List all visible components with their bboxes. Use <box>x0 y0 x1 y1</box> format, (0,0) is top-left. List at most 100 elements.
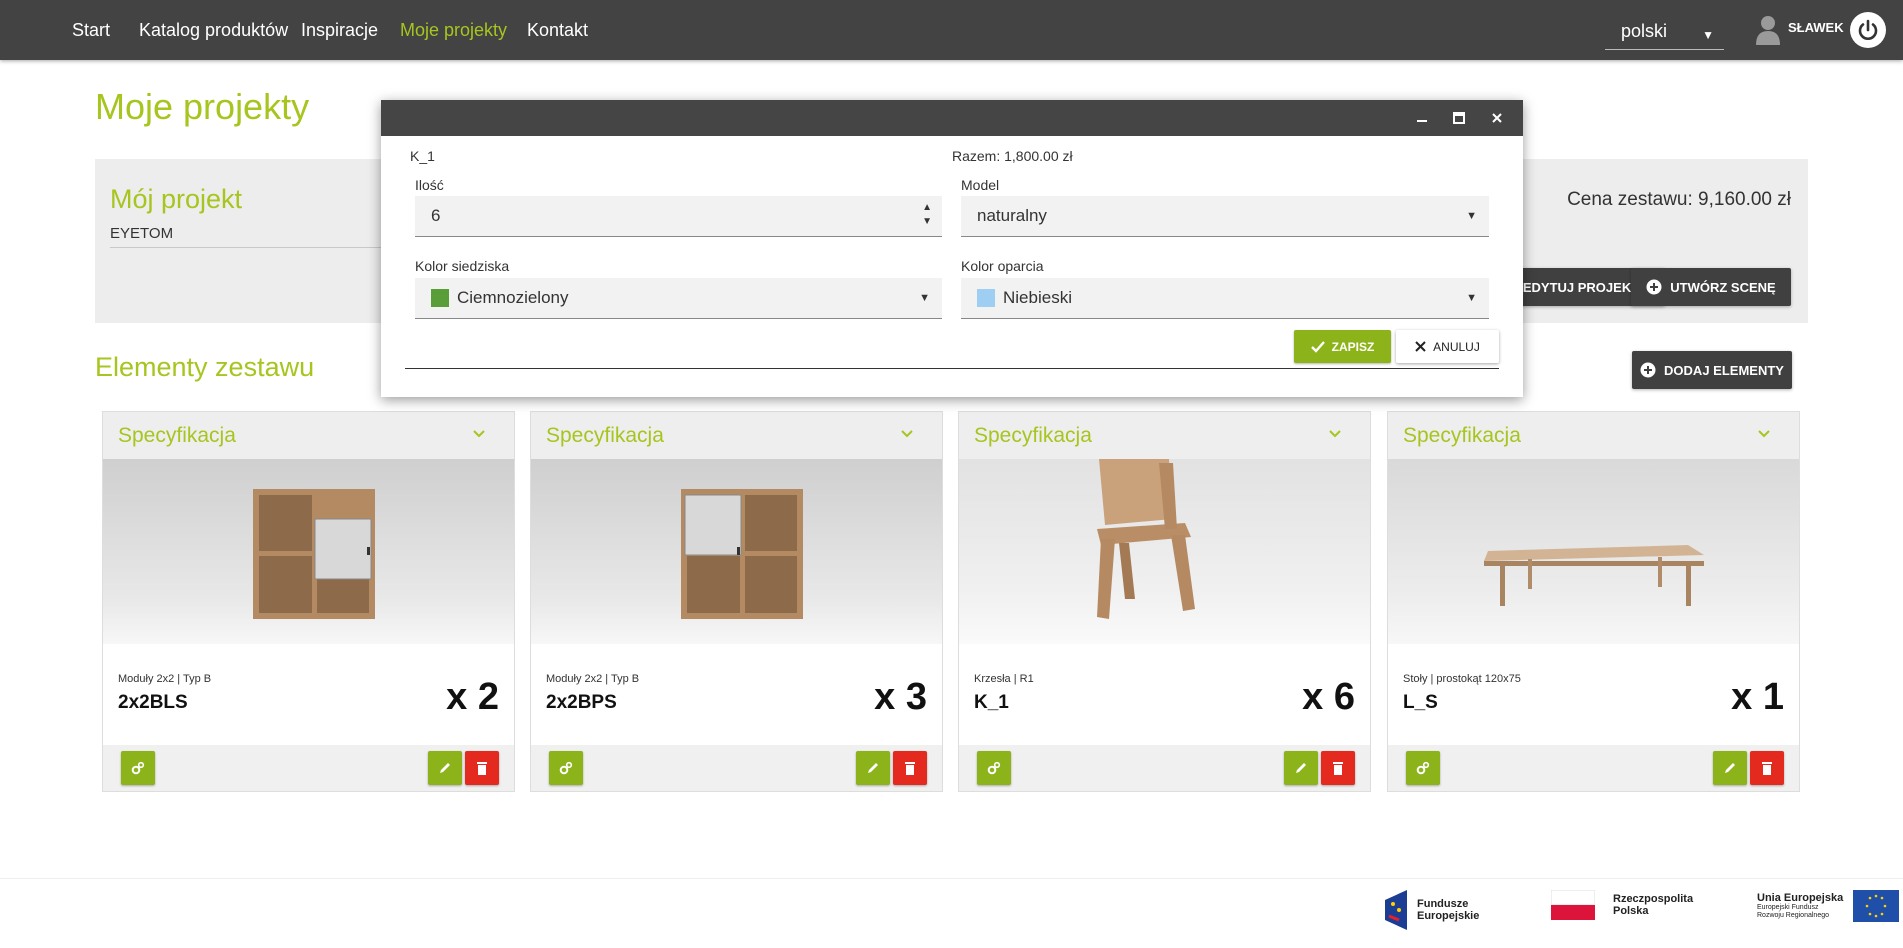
chevron-down-icon[interactable] <box>1328 426 1342 440</box>
seat-color-select[interactable]: Ciemnozielony ▼ <box>415 278 942 319</box>
edit-button[interactable] <box>428 751 462 785</box>
footer-divider <box>0 878 1903 879</box>
chevron-down-icon[interactable] <box>472 426 486 440</box>
eu-flag-icon <box>1853 890 1900 922</box>
close-icon[interactable] <box>1489 110 1505 126</box>
trash-icon <box>477 762 487 775</box>
model-value: naturalny <box>977 206 1047 225</box>
dialog-total: Razem: 1,800.00 zł <box>952 148 1073 164</box>
stepper-arrows-icon[interactable]: ▲ ▼ <box>922 201 932 229</box>
nav-item-inspirations[interactable]: Inspiracje <box>301 20 378 41</box>
card-header[interactable]: Specyfikacja <box>531 412 942 459</box>
model-label: Model <box>961 177 1000 193</box>
minimize-icon[interactable] <box>1414 110 1430 126</box>
project-name: Mój projekt <box>110 184 243 214</box>
language-value: polski <box>1621 21 1668 41</box>
configure-button[interactable] <box>549 751 583 785</box>
save-button[interactable]: ZAPISZ <box>1294 330 1391 363</box>
gears-icon <box>987 761 1001 775</box>
cancel-button[interactable]: ANULUJ <box>1396 330 1499 363</box>
configure-button[interactable] <box>121 751 155 785</box>
edit-item-dialog: K_1 Razem: 1,800.00 zł Ilość 6 ▲ ▼ Model … <box>381 100 1523 397</box>
user-name[interactable]: SŁAWEK <box>1788 20 1844 35</box>
nav-item-catalog[interactable]: Katalog produktów <box>139 20 288 41</box>
quantity-stepper[interactable]: 6 ▲ ▼ <box>415 196 942 237</box>
fundusze-europejskie-logo: Fundusze Europejskie <box>1385 890 1479 930</box>
create-scene-button[interactable]: UTWÓRZ SCENĘ <box>1631 268 1791 306</box>
chevron-down-icon[interactable] <box>1757 426 1771 440</box>
pencil-icon <box>1725 763 1735 773</box>
edit-button[interactable] <box>1284 751 1318 785</box>
edit-button[interactable] <box>1713 751 1747 785</box>
rp-line1: Rzeczpospolita <box>1613 893 1694 905</box>
eu-line2: Europejski Fundusz <box>1757 904 1819 911</box>
page-title: Moje projekty <box>95 86 310 127</box>
language-select[interactable]: polski ▼ <box>1605 14 1724 50</box>
delete-button[interactable] <box>465 751 499 785</box>
delete-button[interactable] <box>1321 751 1355 785</box>
top-navbar: Start Katalog produktów Inspiracje Moje … <box>0 0 1903 60</box>
model-select[interactable]: naturalny ▼ <box>961 196 1489 237</box>
card-category: Moduły 2x2 | Typ B <box>118 673 212 685</box>
back-color-swatch <box>977 289 995 307</box>
add-elements-label: DODAJ ELEMENTY <box>1664 362 1784 378</box>
configure-button[interactable] <box>1406 751 1440 785</box>
card-name: K_1 <box>974 692 1009 713</box>
back-color-select[interactable]: Niebieski ▼ <box>961 278 1489 319</box>
delete-button[interactable] <box>1750 751 1784 785</box>
configure-button[interactable] <box>977 751 1011 785</box>
element-card: Specyfikacja Krzesła | R1 K_1 x 6 <box>958 411 1371 792</box>
pencil-icon <box>1296 763 1306 773</box>
polish-flag-icon <box>1551 890 1595 920</box>
card-header-label: Specyfikacja <box>118 424 236 447</box>
card-header-label: Specyfikacja <box>546 424 664 447</box>
plus-circle-icon <box>1646 279 1662 295</box>
fe-line1: Fundusze <box>1417 898 1469 910</box>
seat-color-value: Ciemnozielony <box>457 288 569 307</box>
back-color-value: Niebieski <box>1003 288 1072 307</box>
pencil-icon <box>440 763 450 773</box>
seat-color-label: Kolor siedziska <box>415 258 510 274</box>
dialog-divider <box>405 368 1499 369</box>
card-quantity: x 2 <box>446 676 499 718</box>
element-card: Specyfikacja Moduły 2x2 | Typ B 2x2BPS x… <box>530 411 943 792</box>
rzeczpospolita-polska-logo: Rzeczpospolita Polska <box>1551 890 1693 920</box>
nav-item-start[interactable]: Start <box>72 20 110 41</box>
nav-item-my-projects[interactable]: Moje projekty <box>400 20 507 41</box>
eu-line3: Rozwoju Regionalnego <box>1757 912 1829 919</box>
power-icon[interactable] <box>1850 12 1886 48</box>
product-image <box>959 459 1370 644</box>
card-header[interactable]: Specyfikacja <box>103 412 514 459</box>
add-elements-button[interactable]: DODAJ ELEMENTY <box>1632 351 1792 389</box>
maximize-icon[interactable] <box>1451 110 1467 126</box>
section-title: Elementy zestawu <box>95 352 315 382</box>
nav-item-contact[interactable]: Kontakt <box>527 20 588 41</box>
plus-circle-icon <box>1640 362 1656 378</box>
user-icon[interactable] <box>1756 15 1780 45</box>
card-quantity: x 1 <box>1731 676 1784 718</box>
gears-icon <box>1416 761 1430 775</box>
product-image <box>103 459 514 644</box>
dialog-titlebar[interactable] <box>381 100 1523 136</box>
card-category: Stoły | prostokąt 120x75 <box>1403 673 1521 685</box>
trash-icon <box>905 762 915 775</box>
card-name: 2x2BPS <box>546 692 617 713</box>
caret-down-icon: ▼ <box>1466 292 1477 304</box>
card-header[interactable]: Specyfikacja <box>1388 412 1799 459</box>
eu-line1: Unia Europejska <box>1757 892 1844 904</box>
card-header[interactable]: Specyfikacja <box>959 412 1370 459</box>
chevron-down-icon[interactable] <box>900 426 914 440</box>
delete-button[interactable] <box>893 751 927 785</box>
pencil-icon <box>868 763 878 773</box>
card-name: L_S <box>1403 692 1438 713</box>
edit-button[interactable] <box>856 751 890 785</box>
seat-color-swatch <box>431 289 449 307</box>
save-label: ZAPISZ <box>1331 339 1375 354</box>
element-card: Specyfikacja Moduły 2x2 | Typ B 2x2BLS x… <box>102 411 515 792</box>
dialog-item-name: K_1 <box>410 148 435 164</box>
product-image <box>531 459 942 644</box>
card-category: Krzesła | R1 <box>974 673 1034 685</box>
unia-europejska-logo: Unia Europejska Europejski Fundusz Rozwo… <box>1757 890 1900 922</box>
card-header-label: Specyfikacja <box>1403 424 1521 447</box>
project-price: Cena zestawu: 9,160.00 zł <box>1567 189 1791 210</box>
